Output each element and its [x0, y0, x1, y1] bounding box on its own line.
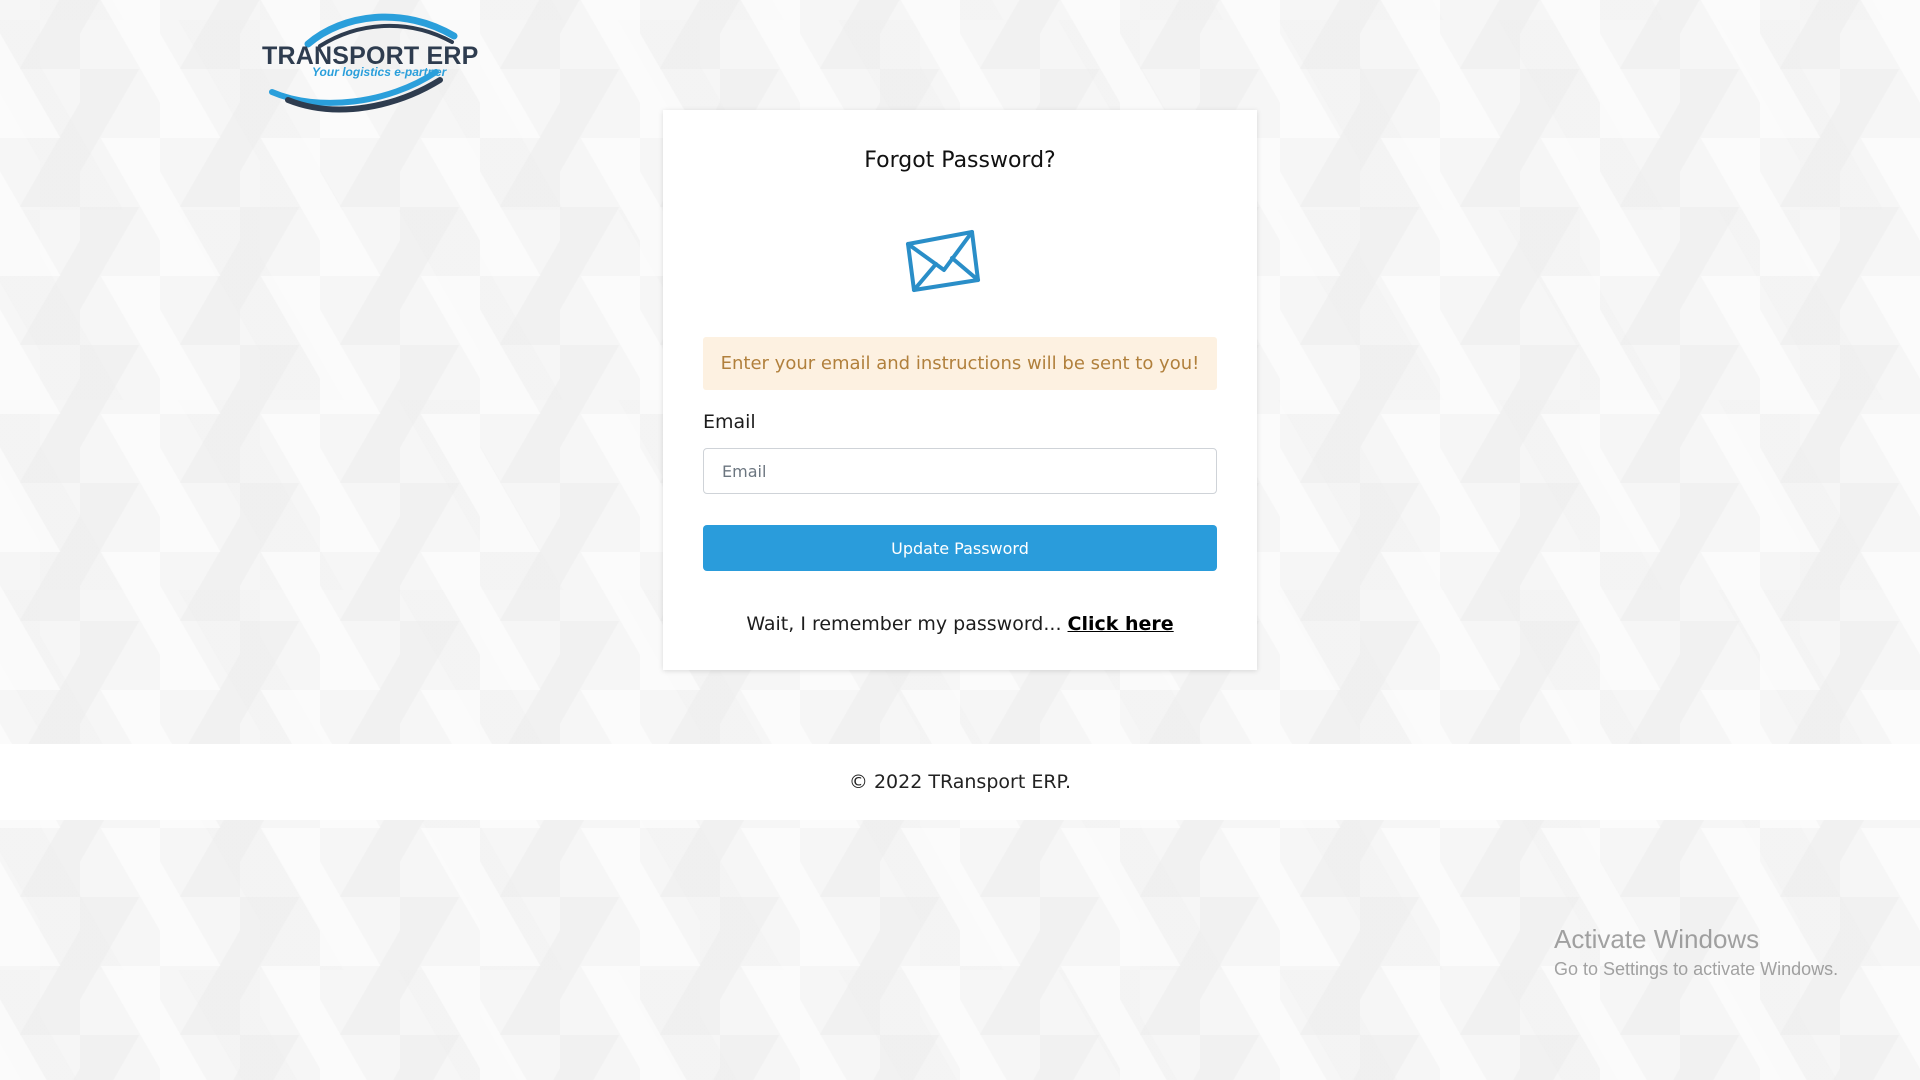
email-input[interactable]: [703, 448, 1217, 494]
copyright-text: © 2022 TRansport ERP.: [848, 771, 1072, 793]
page-title: Forgot Password?: [864, 148, 1056, 173]
email-label: Email: [703, 411, 756, 433]
watermark-title: Activate Windows: [1554, 924, 1760, 954]
logo[interactable]: TRANSPORT ERP Your logistics e-partner: [258, 8, 478, 116]
watermark-subtitle: Go to Settings to activate Windows.: [1554, 959, 1839, 979]
update-password-button[interactable]: Update Password: [703, 525, 1217, 571]
remember-password-text: Wait, I remember my password... Click he…: [663, 613, 1257, 635]
activate-windows-watermark: Activate Windows Go to Settings to activ…: [1554, 924, 1838, 980]
forgot-password-card: Forgot Password? Enter your email and in…: [663, 110, 1257, 670]
envelope-icon: [904, 228, 982, 298]
logo-tagline: Your logistics e-partner: [312, 65, 447, 79]
click-here-link[interactable]: Click here: [1068, 613, 1174, 635]
footer: © 2022 TRansport ERP.: [0, 744, 1920, 820]
remember-password-prompt: Wait, I remember my password...: [746, 613, 1068, 635]
instructions-alert: Enter your email and instructions will b…: [703, 337, 1217, 390]
